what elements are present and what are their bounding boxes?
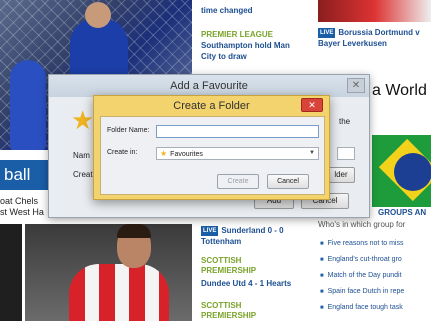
- create-in-value: Favourites: [170, 151, 203, 158]
- headline-kicker: SCOTTISH: [201, 301, 242, 310]
- close-button[interactable]: ✕: [301, 98, 323, 112]
- brazil-flag-image[interactable]: [372, 135, 431, 207]
- headline-link[interactable]: City to draw: [201, 52, 247, 62]
- headline-link[interactable]: Tottenham: [201, 237, 241, 247]
- headline-link[interactable]: LIVE Borussia Dortmund v: [318, 28, 420, 38]
- headline-link[interactable]: Dundee Utd 4 - 1 Hearts: [201, 279, 291, 289]
- player-figure: [10, 60, 46, 150]
- create-button[interactable]: Create: [217, 174, 259, 189]
- create-in-label: Create in:: [107, 149, 138, 156]
- headline-link[interactable]: Southampton hold Man: [201, 41, 290, 51]
- related-list: Five reasons not to miss England's cut-t…: [320, 236, 431, 316]
- create-in-label: Creat: [73, 170, 93, 179]
- dialog-title: Create a Folder: [173, 100, 250, 112]
- chevron-down-icon: ▼: [309, 150, 315, 156]
- list-item[interactable]: Spain face Dutch in repe: [320, 284, 431, 300]
- player-head: [85, 2, 111, 28]
- groups-link[interactable]: GROUPS AN: [378, 208, 426, 217]
- player-hair: [117, 224, 151, 238]
- headline-text: Sunderland 0 - 0: [221, 226, 284, 235]
- list-item[interactable]: England face tough task: [320, 300, 431, 316]
- new-folder-button[interactable]: lder: [327, 167, 355, 183]
- list-item[interactable]: Five reasons not to miss: [320, 236, 431, 252]
- dialog-body: Folder Name: Create in: ★ Favourites ▼ Cr…: [100, 116, 325, 195]
- list-item[interactable]: Match of the Day pundit: [320, 268, 431, 284]
- info-text: the: [339, 117, 351, 126]
- headline-link[interactable]: Bayer Leverkusen: [318, 39, 387, 49]
- headline-link[interactable]: LIVE Sunderland 0 - 0: [201, 226, 284, 236]
- folder-name-label: Folder Name:: [107, 127, 150, 134]
- flag-globe: [394, 153, 431, 191]
- live-badge: LIVE: [318, 28, 336, 38]
- story-thumbnail[interactable]: [318, 0, 431, 22]
- player-shirt: [69, 264, 169, 321]
- name-field[interactable]: [337, 147, 355, 160]
- who-text[interactable]: Who's in which group for: [318, 220, 405, 229]
- folder-name-input[interactable]: [156, 125, 319, 138]
- dialog-title: Add a Favourite: [49, 75, 369, 97]
- live-badge: LIVE: [201, 226, 219, 236]
- create-folder-dialog: Create a Folder ✕ Folder Name: Create in…: [93, 95, 330, 200]
- close-button[interactable]: ✕: [347, 78, 365, 93]
- list-item[interactable]: England's cut-throat gro: [320, 252, 431, 268]
- name-label: Nam: [73, 151, 90, 160]
- sidebar-strip: [0, 224, 22, 321]
- headline-kicker: SCOTTISH: [201, 256, 242, 265]
- create-in-select[interactable]: ★ Favourites ▼: [156, 147, 319, 160]
- story-snippet[interactable]: oat Chels: [0, 196, 38, 206]
- section-title: a World: [372, 82, 427, 99]
- player-photo[interactable]: [25, 224, 192, 321]
- cancel-button[interactable]: Cancel: [267, 174, 309, 189]
- story-snippet[interactable]: st West Ha: [0, 207, 44, 217]
- headline-link[interactable]: time changed: [201, 6, 253, 16]
- headline-kicker: PREMIERSHIP: [201, 266, 257, 275]
- star-icon: ★: [160, 149, 168, 158]
- headline-text: Borussia Dortmund v: [338, 28, 420, 37]
- headline-kicker: PREMIER LEAGUE: [201, 30, 274, 39]
- headline-kicker: PREMIERSHIP: [201, 311, 257, 320]
